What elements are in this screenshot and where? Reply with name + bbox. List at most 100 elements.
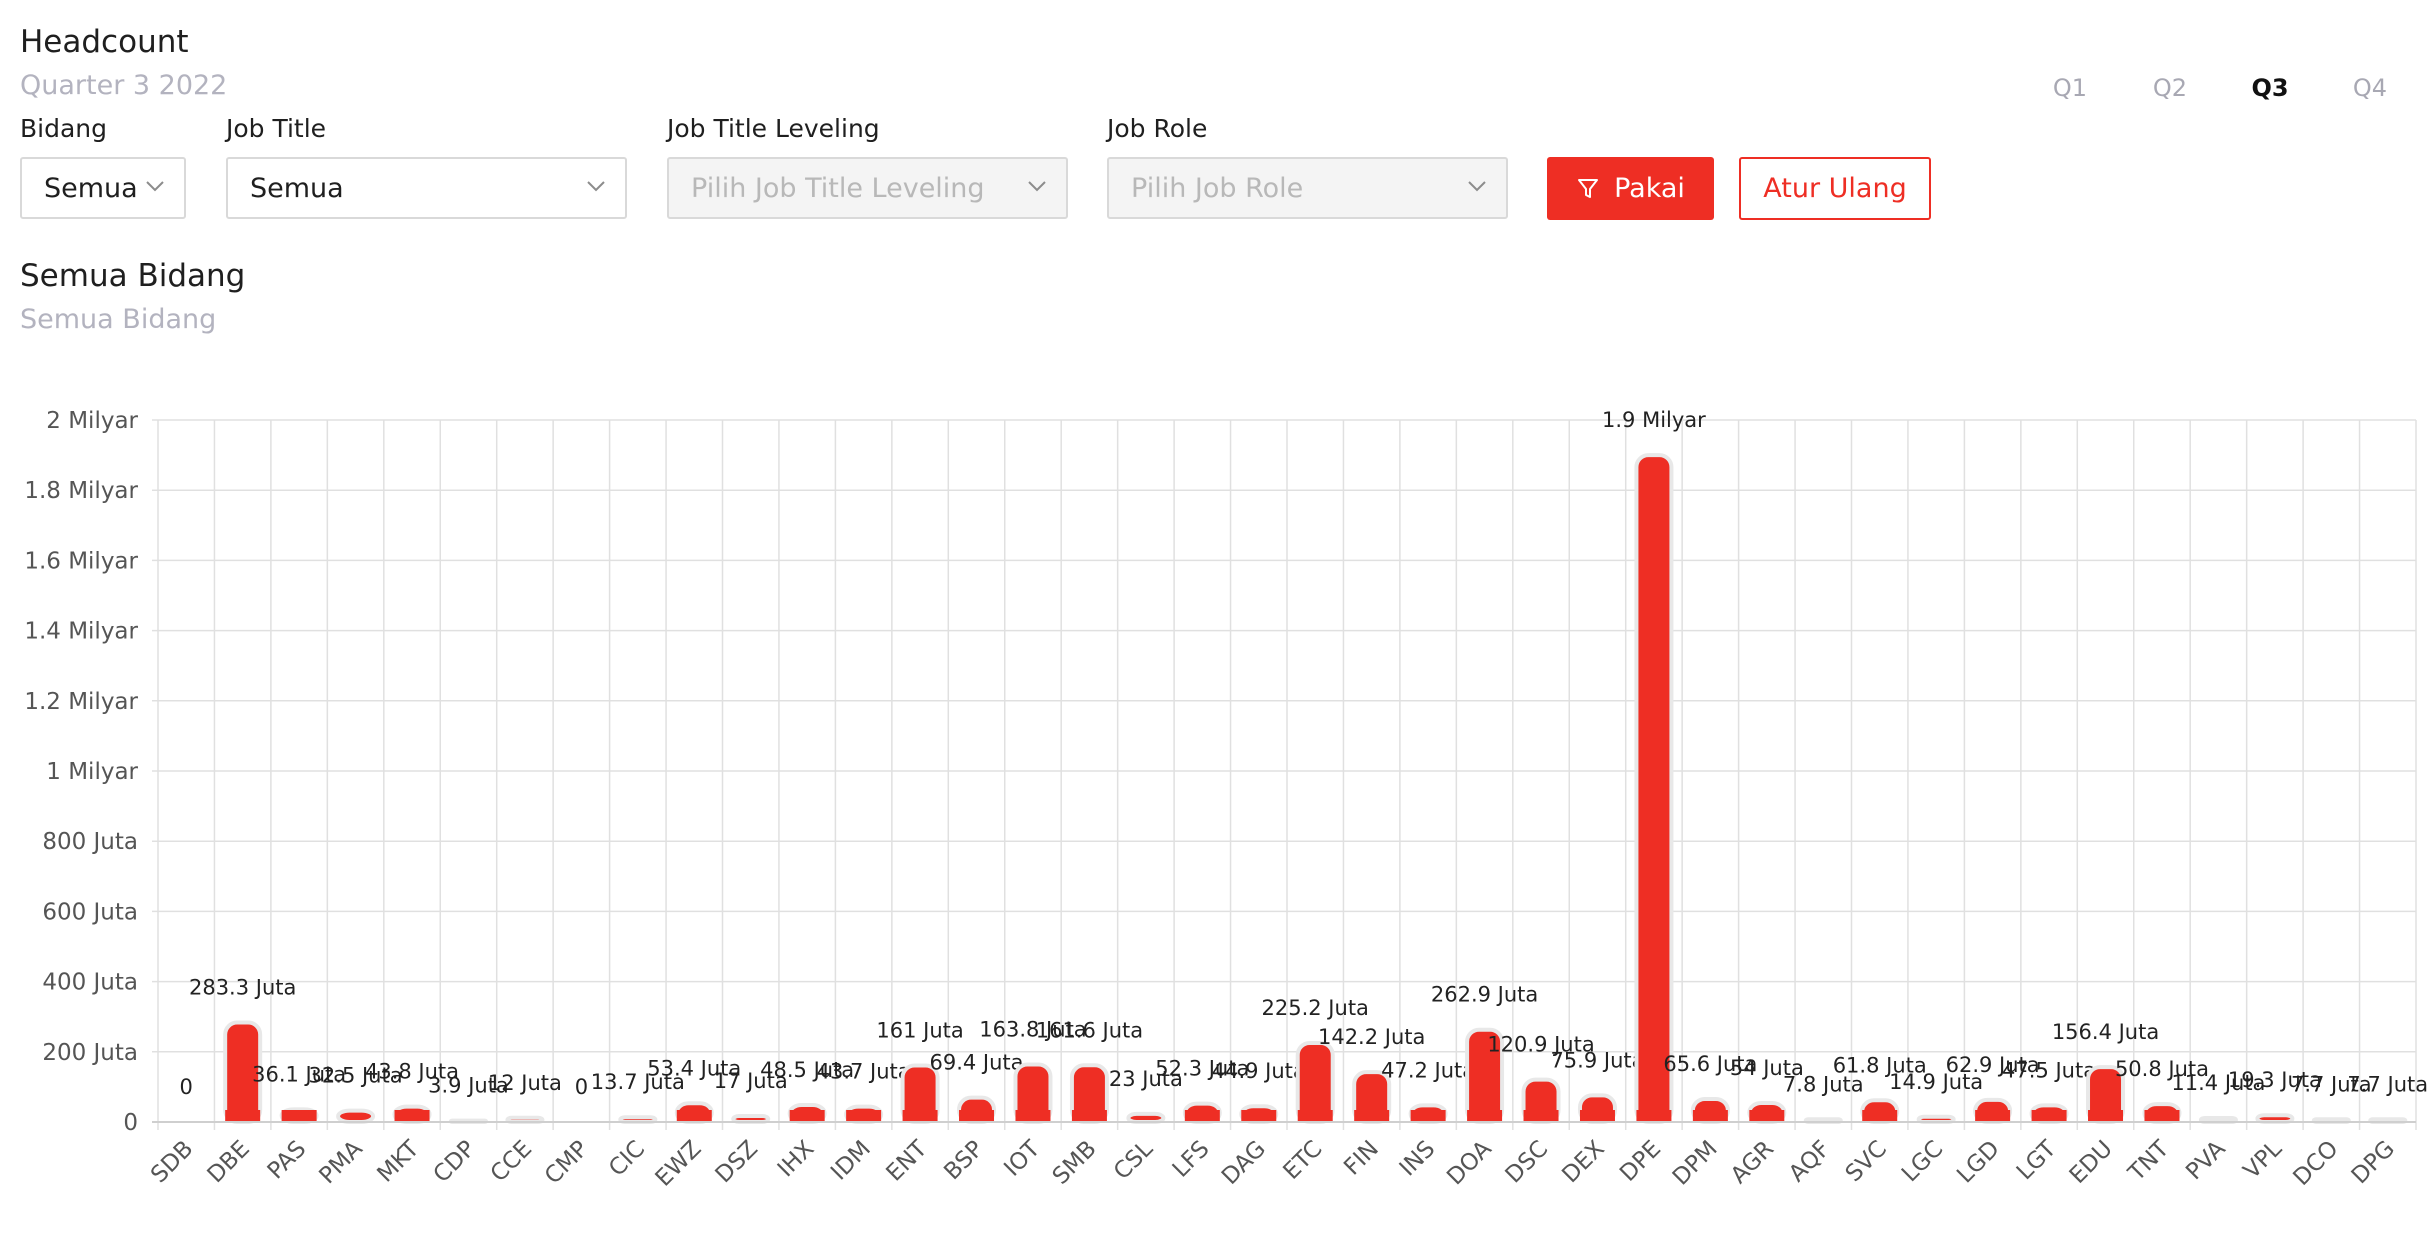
x-tick-label: ENT — [882, 1135, 933, 1186]
y-tick-label: 600 Juta — [42, 899, 138, 925]
x-tick-label: DPM — [1668, 1136, 1723, 1191]
value-label: 12 Juta — [488, 1071, 562, 1095]
x-tick-label: DPG — [2347, 1136, 2400, 1189]
job-role-placeholder: Pilih Job Role — [1131, 172, 1304, 204]
x-tick-label: CIC — [604, 1136, 650, 1182]
page-title: Headcount — [20, 24, 189, 60]
job-title-select[interactable]: Semua — [226, 157, 627, 219]
value-label: 47.2 Juta — [1381, 1058, 1475, 1082]
x-tick-label: INS — [1395, 1136, 1441, 1182]
chevron-down-icon — [1028, 181, 1046, 192]
x-tick-label: DCO — [2289, 1136, 2344, 1191]
job-role-select[interactable]: Pilih Job Role — [1107, 157, 1508, 219]
reset-button[interactable]: Atur Ulang — [1739, 157, 1931, 220]
x-tick-label: CCE — [486, 1136, 537, 1187]
x-tick-label: DPE — [1615, 1136, 1666, 1187]
filter-icon — [1578, 178, 1599, 198]
value-label: 47.5 Juta — [2002, 1058, 2096, 1082]
bar-base-EWZ — [676, 1110, 712, 1122]
section-subtitle: Semua Bidang — [20, 304, 217, 335]
y-tick-label: 0 — [123, 1110, 138, 1136]
x-tick-label: PMA — [314, 1136, 368, 1190]
x-tick-label: LGT — [2012, 1135, 2062, 1185]
value-label: 7.7 Juta — [2347, 1072, 2428, 1096]
value-label: 156.4 Juta — [2052, 1020, 2159, 1044]
bar-base-LGD — [1975, 1110, 2011, 1122]
bidang-select-value: Semua — [44, 172, 138, 204]
bar-base-AGR — [1749, 1110, 1785, 1122]
x-tick-label: EWZ — [651, 1136, 707, 1192]
x-tick-label: AQF — [1784, 1136, 1835, 1187]
x-tick-label: SMB — [1048, 1136, 1102, 1190]
x-tick-label: TNT — [2123, 1135, 2175, 1187]
chevron-down-icon — [146, 181, 164, 192]
bar-base-PAS — [281, 1110, 317, 1122]
x-tick-label: BSP — [939, 1136, 988, 1185]
bar-base-DPE — [1636, 1110, 1672, 1122]
tab-q4[interactable]: Q4 — [2320, 74, 2420, 102]
page-subtitle: Quarter 3 2022 — [20, 70, 228, 101]
bar-base-ETC — [1297, 1110, 1333, 1122]
bar-base-IHX — [789, 1110, 825, 1122]
x-tick-label: EDU — [2065, 1136, 2118, 1189]
apply-button-label: Pakai — [1614, 173, 1685, 204]
bar-base-EDU — [2088, 1110, 2124, 1122]
x-tick-label: IOT — [999, 1135, 1046, 1182]
x-tick-label: SVC — [1841, 1136, 1892, 1187]
x-tick-label: MKT — [373, 1135, 425, 1187]
apply-button[interactable]: Pakai — [1547, 157, 1714, 220]
value-label: 44.9 Juta — [1212, 1059, 1306, 1083]
bar-base-DBE — [225, 1110, 261, 1122]
tab-q3[interactable]: Q3 — [2220, 74, 2320, 102]
x-tick-label: PVA — [2181, 1136, 2231, 1186]
bar-base-FIN — [1354, 1110, 1390, 1122]
bar-base-MKT — [394, 1110, 430, 1122]
bar-DPE — [1634, 453, 1674, 1125]
x-tick-label: CMP — [540, 1136, 594, 1190]
y-tick-label: 1 Milyar — [46, 759, 138, 785]
job-title-leveling-select[interactable]: Pilih Job Title Leveling — [667, 157, 1068, 219]
bar-base-DOA — [1467, 1110, 1503, 1122]
value-label: 142.2 Juta — [1318, 1025, 1425, 1049]
x-tick-label: PAS — [263, 1136, 312, 1185]
bar-VPL — [2255, 1113, 2295, 1125]
value-label: 1.9 Milyar — [1602, 408, 1706, 432]
bar-base-IOT — [1015, 1110, 1051, 1122]
x-tick-label: AGR — [1726, 1136, 1779, 1189]
bar-base-ENT — [902, 1110, 938, 1122]
value-label: 161 Juta — [876, 1018, 963, 1042]
chevron-down-icon — [1468, 181, 1486, 192]
y-tick-label: 2 Milyar — [46, 408, 138, 434]
value-label: 43.7 Juta — [817, 1060, 911, 1084]
x-tick-label: SDB — [146, 1136, 198, 1188]
bar-base-TNT — [2144, 1110, 2180, 1122]
reset-button-label: Atur Ulang — [1763, 173, 1907, 204]
x-tick-label: DBE — [203, 1136, 255, 1188]
tab-q2[interactable]: Q2 — [2120, 74, 2220, 102]
x-tick-label: FIN — [1339, 1136, 1384, 1181]
y-tick-label: 800 Juta — [42, 829, 138, 855]
x-tick-label: IDM — [826, 1136, 876, 1186]
value-label: 161.6 Juta — [1036, 1018, 1143, 1042]
x-tick-label: VPL — [2239, 1136, 2288, 1185]
tab-q1[interactable]: Q1 — [2020, 74, 2120, 102]
bar-base-INS — [1410, 1110, 1446, 1122]
bidang-select[interactable]: Semua — [20, 157, 186, 219]
section-title: Semua Bidang — [20, 258, 246, 294]
x-tick-label: LGC — [1897, 1136, 1948, 1187]
bar-base-IDM — [846, 1110, 882, 1122]
value-label: 0 — [575, 1075, 588, 1099]
x-tick-label: DAG — [1217, 1136, 1271, 1190]
bar-base-DEX — [1579, 1110, 1615, 1122]
bar-base-DSC — [1523, 1110, 1559, 1122]
value-label: 75.9 Juta — [1550, 1048, 1644, 1072]
job-title-label: Job Title — [226, 114, 327, 143]
bar-CSL — [1126, 1111, 1166, 1125]
quarter-tabs: Q1 Q2 Q3 Q4 — [2020, 74, 2420, 102]
bar-base-DAG — [1241, 1110, 1277, 1122]
y-tick-label: 1.4 Milyar — [24, 619, 138, 645]
y-tick-label: 1.6 Milyar — [24, 548, 138, 574]
bar-base-BSP — [959, 1110, 995, 1122]
bar-base-DPM — [1692, 1110, 1728, 1122]
x-tick-label: CDP — [429, 1136, 481, 1188]
